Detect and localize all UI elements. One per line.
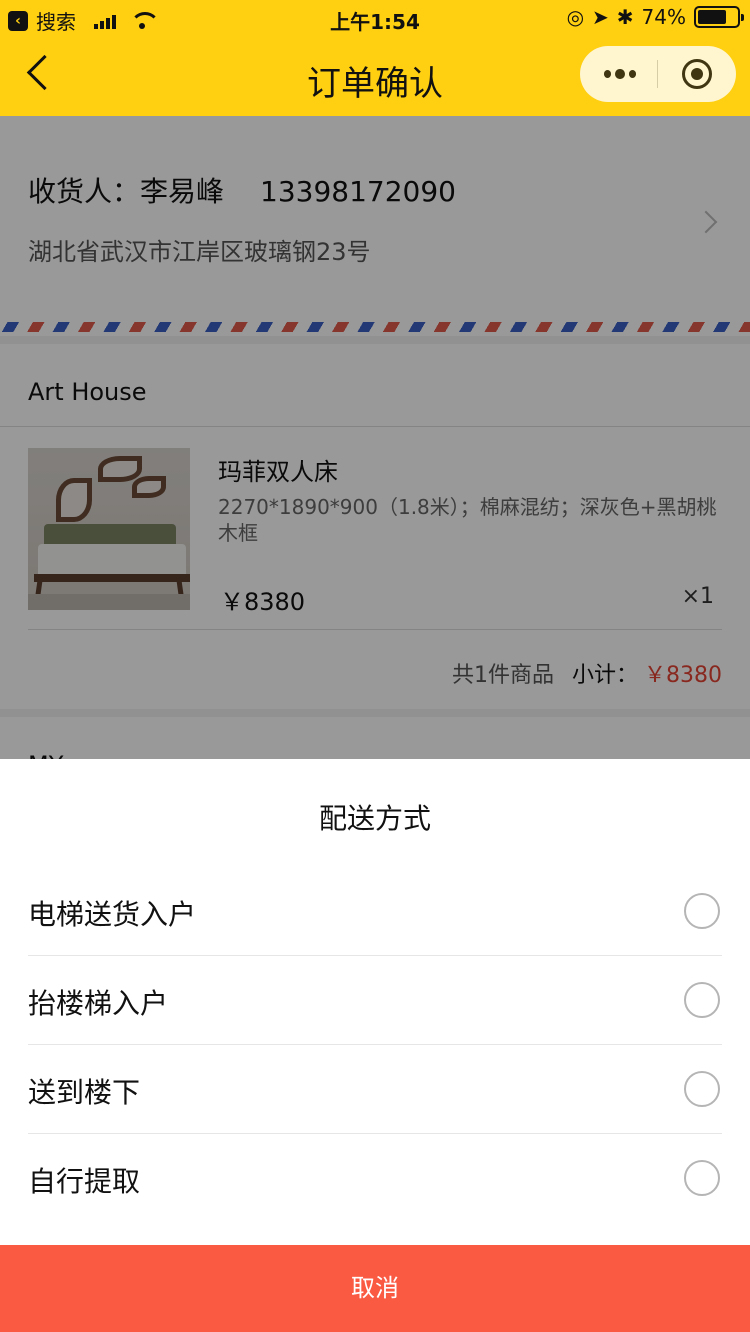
radio-unchecked-icon[interactable] (684, 1071, 720, 1107)
status-bar: ‹ 搜索 上午1:54 ◎ ➤ ✱ 74% (0, 0, 750, 38)
lock-rotation-icon: ◎ (566, 5, 585, 29)
radio-unchecked-icon[interactable] (684, 893, 720, 929)
delivery-option-label: 电梯送货入户 (28, 898, 197, 931)
delivery-option-label: 自行提取 (28, 1165, 141, 1198)
bluetooth-icon: ✱ (616, 5, 634, 29)
radio-unchecked-icon[interactable] (684, 982, 720, 1018)
delivery-option[interactable]: 自行提取 (28, 1134, 722, 1223)
nav-bar: 订单确认 (0, 38, 750, 116)
more-icon[interactable] (604, 62, 637, 86)
delivery-option-label: 抬楼梯入户 (28, 987, 169, 1020)
battery-icon (694, 6, 744, 28)
delivery-option[interactable]: 抬楼梯入户 (28, 956, 722, 1045)
radio-unchecked-icon[interactable] (684, 1160, 720, 1196)
cancel-button[interactable]: 取消 (0, 1245, 750, 1332)
close-miniprogram-icon[interactable] (682, 59, 712, 89)
header-bar: ‹ 搜索 上午1:54 ◎ ➤ ✱ 74% 订单确认 (0, 0, 750, 116)
delivery-option[interactable]: 送到楼下 (28, 1045, 722, 1134)
battery-percent: 74% (641, 5, 686, 29)
capsule-divider (657, 60, 658, 88)
delivery-option-label: 送到楼下 (28, 1076, 141, 1109)
location-icon: ➤ (592, 5, 609, 29)
delivery-method-sheet: 配送方式 电梯送货入户 抬楼梯入户 送到楼下 自行提取 取消 (0, 759, 750, 1332)
sheet-title: 配送方式 (318, 802, 431, 835)
miniprogram-capsule (580, 46, 736, 102)
delivery-option[interactable]: 电梯送货入户 (28, 867, 722, 956)
